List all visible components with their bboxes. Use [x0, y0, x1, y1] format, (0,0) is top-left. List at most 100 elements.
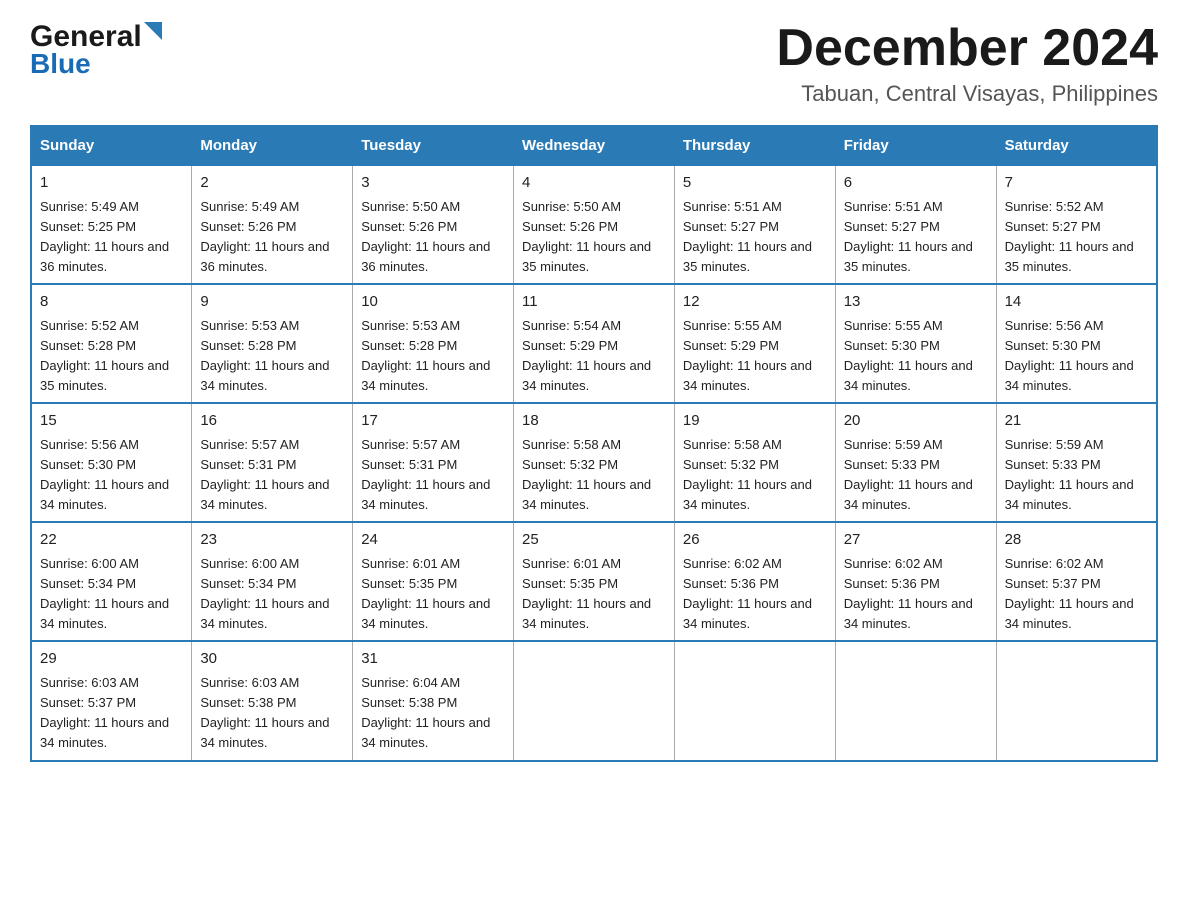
calendar-cell: 19 Sunrise: 5:58 AMSunset: 5:32 PMDayligh…: [674, 403, 835, 522]
day-info: Sunrise: 6:02 AMSunset: 5:37 PMDaylight:…: [1005, 556, 1134, 631]
day-number: 21: [1005, 410, 1148, 433]
calendar-cell: 16 Sunrise: 5:57 AMSunset: 5:31 PMDayligh…: [192, 403, 353, 522]
day-header-thursday: Thursday: [674, 126, 835, 165]
day-info: Sunrise: 5:59 AMSunset: 5:33 PMDaylight:…: [844, 437, 973, 512]
day-info: Sunrise: 5:52 AMSunset: 5:27 PMDaylight:…: [1005, 199, 1134, 274]
calendar-cell: 4 Sunrise: 5:50 AMSunset: 5:26 PMDaylight…: [514, 165, 675, 284]
day-info: Sunrise: 5:50 AMSunset: 5:26 PMDaylight:…: [361, 199, 490, 274]
day-number: 25: [522, 529, 666, 552]
day-number: 31: [361, 648, 505, 671]
day-info: Sunrise: 5:55 AMSunset: 5:29 PMDaylight:…: [683, 318, 812, 393]
calendar-cell: 13 Sunrise: 5:55 AMSunset: 5:30 PMDayligh…: [835, 284, 996, 403]
day-info: Sunrise: 5:57 AMSunset: 5:31 PMDaylight:…: [200, 437, 329, 512]
day-number: 9: [200, 291, 344, 314]
day-number: 8: [40, 291, 183, 314]
calendar-cell: 12 Sunrise: 5:55 AMSunset: 5:29 PMDayligh…: [674, 284, 835, 403]
calendar-cell: 30 Sunrise: 6:03 AMSunset: 5:38 PMDayligh…: [192, 641, 353, 760]
calendar-cell: 21 Sunrise: 5:59 AMSunset: 5:33 PMDayligh…: [996, 403, 1157, 522]
day-header-friday: Friday: [835, 126, 996, 165]
day-number: 24: [361, 529, 505, 552]
day-number: 15: [40, 410, 183, 433]
day-number: 13: [844, 291, 988, 314]
day-info: Sunrise: 6:01 AMSunset: 5:35 PMDaylight:…: [361, 556, 490, 631]
day-header-sunday: Sunday: [31, 126, 192, 165]
calendar-cell: 22Sunrise: 6:00 AMSunset: 5:34 PMDayligh…: [31, 522, 192, 641]
calendar-cell: [674, 641, 835, 760]
day-header-monday: Monday: [192, 126, 353, 165]
day-info: Sunrise: 6:01 AMSunset: 5:35 PMDaylight:…: [522, 556, 651, 631]
title-block: December 2024 Tabuan, Central Visayas, P…: [776, 20, 1158, 107]
day-number: 23: [200, 529, 344, 552]
day-number: 3: [361, 172, 505, 195]
calendar-cell: 15 Sunrise: 5:56 AMSunset: 5:30 PMDayligh…: [31, 403, 192, 522]
day-info: Sunrise: 5:58 AMSunset: 5:32 PMDaylight:…: [683, 437, 812, 512]
day-number: 26: [683, 529, 827, 552]
day-number: 27: [844, 529, 988, 552]
calendar-cell: 20 Sunrise: 5:59 AMSunset: 5:33 PMDayligh…: [835, 403, 996, 522]
calendar-cell: 6Sunrise: 5:51 AMSunset: 5:27 PMDaylight…: [835, 165, 996, 284]
calendar-cell: 9 Sunrise: 5:53 AMSunset: 5:28 PMDaylight…: [192, 284, 353, 403]
day-header-tuesday: Tuesday: [353, 126, 514, 165]
day-number: 5: [683, 172, 827, 195]
day-header-saturday: Saturday: [996, 126, 1157, 165]
day-number: 2: [200, 172, 344, 195]
logo: General Blue: [30, 20, 162, 80]
day-number: 20: [844, 410, 988, 433]
day-info: Sunrise: 5:58 AMSunset: 5:32 PMDaylight:…: [522, 437, 651, 512]
week-row-4: 22 Sunrise: 6:00 AMSunset: 5:34 PMDayligh…: [31, 522, 1157, 641]
day-info: Sunrise: 5:54 AMSunset: 5:29 PMDaylight:…: [522, 318, 651, 393]
calendar-cell: [514, 641, 675, 760]
day-info: Sunrise: 5:49 AMSunset: 5:26 PMDaylight:…: [200, 199, 329, 274]
calendar-cell: [835, 641, 996, 760]
calendar-cell: 7 Sunrise: 5:52 AMSunset: 5:27 PMDaylight…: [996, 165, 1157, 284]
calendar-cell: 27 Sunrise: 6:02 AMSunset: 5:36 PMDayligh…: [835, 522, 996, 641]
day-number: 30: [200, 648, 344, 671]
day-info: Sunrise: 6:02 AMSunset: 5:36 PMDaylight:…: [683, 556, 812, 631]
calendar-cell: 10Sunrise: 5:53 AMSunset: 5:28 PMDayligh…: [353, 284, 514, 403]
day-info: Sunrise: 5:51 AMSunset: 5:27 PMDaylight:…: [683, 199, 812, 274]
day-number: 28: [1005, 529, 1148, 552]
calendar-cell: 5 Sunrise: 5:51 AMSunset: 5:27 PMDaylight…: [674, 165, 835, 284]
day-info: Sunrise: 5:52 AMSunset: 5:28 PMDaylight:…: [40, 318, 169, 393]
calendar-cell: 28 Sunrise: 6:02 AMSunset: 5:37 PMDayligh…: [996, 522, 1157, 641]
day-info: Sunrise: 5:53 AMSunset: 5:28 PMDaylight:…: [200, 318, 329, 393]
day-info: Sunrise: 5:49 AMSunset: 5:25 PMDaylight:…: [40, 199, 169, 274]
day-info: Sunrise: 5:56 AMSunset: 5:30 PMDaylight:…: [40, 437, 169, 512]
day-info: Sunrise: 5:59 AMSunset: 5:33 PMDaylight:…: [1005, 437, 1134, 512]
day-info: Sunrise: 5:50 AMSunset: 5:26 PMDaylight:…: [522, 199, 651, 274]
day-info: Sunrise: 5:55 AMSunset: 5:30 PMDaylight:…: [844, 318, 973, 393]
logo-blue-text: Blue: [30, 48, 91, 79]
calendar-cell: 18Sunrise: 5:58 AMSunset: 5:32 PMDayligh…: [514, 403, 675, 522]
day-number: 19: [683, 410, 827, 433]
day-number: 16: [200, 410, 344, 433]
day-number: 17: [361, 410, 505, 433]
day-info: Sunrise: 6:03 AMSunset: 5:37 PMDaylight:…: [40, 675, 169, 750]
day-number: 29: [40, 648, 183, 671]
calendar-cell: 29 Sunrise: 6:03 AMSunset: 5:37 PMDayligh…: [31, 641, 192, 760]
week-row-1: 1Sunrise: 5:49 AMSunset: 5:25 PMDaylight…: [31, 165, 1157, 284]
calendar-cell: 1Sunrise: 5:49 AMSunset: 5:25 PMDaylight…: [31, 165, 192, 284]
calendar-cell: 23 Sunrise: 6:00 AMSunset: 5:34 PMDayligh…: [192, 522, 353, 641]
day-header-wednesday: Wednesday: [514, 126, 675, 165]
calendar-cell: 3 Sunrise: 5:50 AMSunset: 5:26 PMDaylight…: [353, 165, 514, 284]
calendar-cell: 26 Sunrise: 6:02 AMSunset: 5:36 PMDayligh…: [674, 522, 835, 641]
calendar-cell: 2 Sunrise: 5:49 AMSunset: 5:26 PMDaylight…: [192, 165, 353, 284]
calendar-cell: [996, 641, 1157, 760]
day-number: 12: [683, 291, 827, 314]
calendar-cell: 25 Sunrise: 6:01 AMSunset: 5:35 PMDayligh…: [514, 522, 675, 641]
day-info: Sunrise: 6:03 AMSunset: 5:38 PMDaylight:…: [200, 675, 329, 750]
calendar-cell: 14Sunrise: 5:56 AMSunset: 5:30 PMDayligh…: [996, 284, 1157, 403]
day-info: Sunrise: 6:02 AMSunset: 5:36 PMDaylight:…: [844, 556, 973, 631]
days-of-week-row: SundayMondayTuesdayWednesdayThursdayFrid…: [31, 126, 1157, 165]
day-info: Sunrise: 6:00 AMSunset: 5:34 PMDaylight:…: [200, 556, 329, 631]
logo-triangle-icon: [144, 22, 162, 45]
day-number: 4: [522, 172, 666, 195]
day-number: 22: [40, 529, 183, 552]
page-header: General Blue December 2024 Tabuan, Centr…: [30, 20, 1158, 107]
week-row-3: 15 Sunrise: 5:56 AMSunset: 5:30 PMDayligh…: [31, 403, 1157, 522]
day-info: Sunrise: 5:51 AMSunset: 5:27 PMDaylight:…: [844, 199, 973, 274]
week-row-5: 29 Sunrise: 6:03 AMSunset: 5:37 PMDayligh…: [31, 641, 1157, 760]
calendar-cell: 11Sunrise: 5:54 AMSunset: 5:29 PMDayligh…: [514, 284, 675, 403]
day-number: 7: [1005, 172, 1148, 195]
day-info: Sunrise: 5:57 AMSunset: 5:31 PMDaylight:…: [361, 437, 490, 512]
